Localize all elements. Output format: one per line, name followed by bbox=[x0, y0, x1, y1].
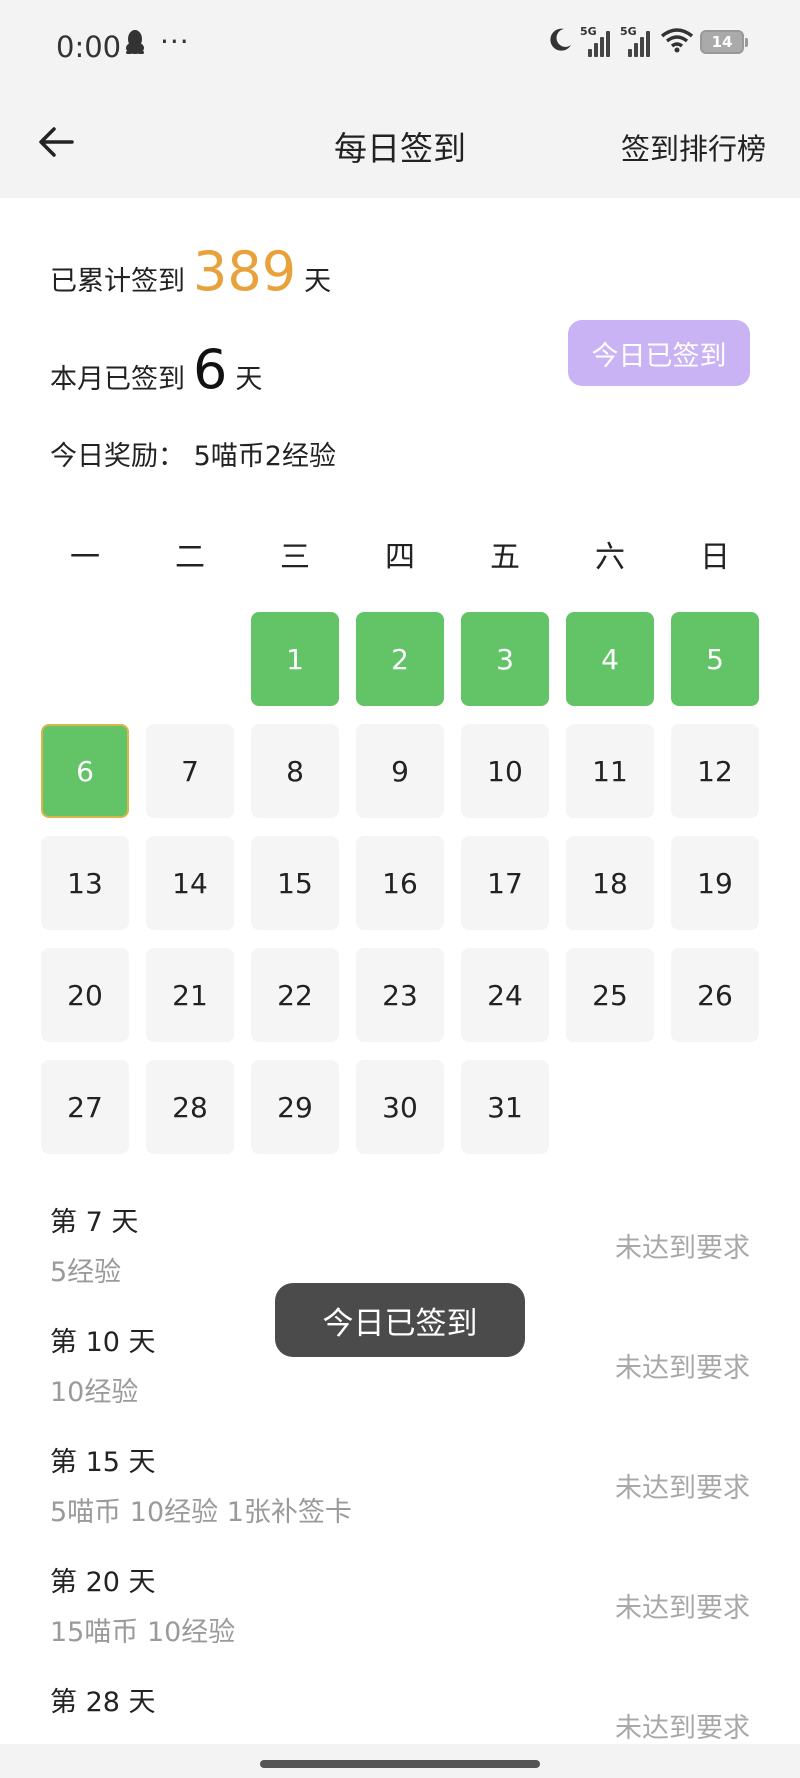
calendar-day[interactable]: 18 bbox=[566, 836, 654, 930]
milestone-reward: 5喵币 10经验 1张补签卡 bbox=[50, 1497, 352, 1528]
calendar-empty-cell bbox=[41, 612, 129, 706]
milestone-reward: 5经验 bbox=[50, 1257, 122, 1288]
today-reward: 今日奖励： 5喵币2经验 bbox=[50, 441, 336, 472]
calendar-day[interactable]: 4 bbox=[566, 612, 654, 706]
more-notifications-icon: ··· bbox=[160, 25, 190, 58]
milestone-day: 第 7 天 bbox=[50, 1207, 139, 1238]
weekday-header: 一二三四五六日 bbox=[41, 532, 759, 576]
battery-icon: 14 bbox=[700, 30, 748, 54]
main-content: 已累计签到 389 天 本月已签到 6 天 今日已签到 今日奖励： 5喵币2经验… bbox=[0, 198, 800, 1744]
milestone-status: 未达到要求 bbox=[615, 1353, 750, 1384]
month-prefix: 本月已签到 bbox=[50, 364, 185, 395]
toast-message: 今日已签到 bbox=[275, 1283, 525, 1357]
milestone-reward-list: 第 7 天 5经验 未达到要求第 10 天 10经验 未达到要求第 15 天 5喵币 10… bbox=[0, 1188, 800, 1778]
calendar-day[interactable]: 27 bbox=[41, 1060, 129, 1154]
calendar-day[interactable]: 15 bbox=[251, 836, 339, 930]
calendar-day[interactable]: 21 bbox=[146, 948, 234, 1042]
checkin-ranking-link[interactable]: 签到排行榜 bbox=[621, 126, 766, 168]
calendar-grid: 1 2 3 4 5 6 7 8 9 10 11 12 13 14 15 16 17 18 19 20 21 22 23 24 2… bbox=[41, 612, 759, 1154]
calendar-day[interactable]: 26 bbox=[671, 948, 759, 1042]
calendar-day[interactable]: 17 bbox=[461, 836, 549, 930]
calendar-day[interactable]: 6 bbox=[41, 724, 129, 818]
milestone-day: 第 28 天 bbox=[50, 1687, 156, 1718]
milestone-day: 第 10 天 bbox=[50, 1327, 156, 1358]
calendar-day[interactable]: 20 bbox=[41, 948, 129, 1042]
qq-penguin-icon bbox=[124, 29, 146, 55]
milestone-day: 第 15 天 bbox=[50, 1447, 156, 1478]
header: 每日签到 签到排行榜 bbox=[0, 92, 800, 198]
milestone-item: 第 15 天 5喵币 10经验 1张补签卡 未达到要求 bbox=[0, 1428, 800, 1548]
month-days: 6 bbox=[193, 338, 228, 401]
calendar-day[interactable]: 25 bbox=[566, 948, 654, 1042]
weekday-label: 一 bbox=[70, 540, 100, 575]
milestone-status: 未达到要求 bbox=[615, 1473, 750, 1504]
calendar-day[interactable]: 11 bbox=[566, 724, 654, 818]
calendar-day[interactable]: 2 bbox=[356, 612, 444, 706]
calendar-day[interactable]: 23 bbox=[356, 948, 444, 1042]
home-indicator[interactable] bbox=[260, 1760, 540, 1768]
calendar-day[interactable]: 7 bbox=[146, 724, 234, 818]
calendar-day[interactable]: 31 bbox=[461, 1060, 549, 1154]
calendar-day[interactable]: 12 bbox=[671, 724, 759, 818]
weekday-label: 日 bbox=[700, 540, 730, 575]
moon-icon bbox=[546, 26, 574, 58]
signal-1-icon: 5G bbox=[580, 25, 614, 57]
signal-2-icon: 5G bbox=[620, 25, 654, 57]
total-days: 389 bbox=[193, 240, 297, 303]
total-prefix: 已累计签到 bbox=[50, 266, 185, 297]
calendar-day[interactable]: 1 bbox=[251, 612, 339, 706]
month-suffix: 天 bbox=[235, 364, 263, 395]
status-left-icons: ··· bbox=[124, 28, 190, 56]
calendar-day[interactable]: 24 bbox=[461, 948, 549, 1042]
calendar-day[interactable]: 16 bbox=[356, 836, 444, 930]
signed-today-button[interactable]: 今日已签到 bbox=[568, 320, 750, 386]
calendar-day[interactable]: 22 bbox=[251, 948, 339, 1042]
status-right-icons: 5G 5G 14 bbox=[546, 25, 748, 58]
weekday-label: 六 bbox=[595, 540, 625, 575]
weekday-label: 四 bbox=[385, 540, 415, 575]
weekday-label: 二 bbox=[175, 540, 205, 575]
calendar-day[interactable]: 14 bbox=[146, 836, 234, 930]
status-bar: 0:00 ··· 5G 5G 14 bbox=[0, 0, 800, 92]
milestone-reward: 10经验 bbox=[50, 1377, 139, 1408]
calendar-day[interactable]: 8 bbox=[251, 724, 339, 818]
calendar-day[interactable]: 3 bbox=[461, 612, 549, 706]
weekday-label: 五 bbox=[490, 540, 520, 575]
milestone-reward: 15喵币 10经验 bbox=[50, 1617, 236, 1648]
calendar-day[interactable]: 30 bbox=[356, 1060, 444, 1154]
calendar-day[interactable]: 10 bbox=[461, 724, 549, 818]
wifi-icon bbox=[660, 27, 694, 57]
calendar-day[interactable]: 13 bbox=[41, 836, 129, 930]
milestone-status: 未达到要求 bbox=[615, 1713, 750, 1744]
total-checkin-stat: 已累计签到 389 天 bbox=[50, 240, 331, 303]
month-checkin-stat: 本月已签到 6 天 bbox=[50, 338, 262, 401]
status-time: 0:00 bbox=[56, 30, 122, 64]
calendar-empty-cell bbox=[146, 612, 234, 706]
milestone-item: 第 20 天 15喵币 10经验 未达到要求 bbox=[0, 1548, 800, 1668]
calendar-day[interactable]: 28 bbox=[146, 1060, 234, 1154]
weekday-label: 三 bbox=[280, 540, 310, 575]
milestone-status: 未达到要求 bbox=[615, 1593, 750, 1624]
milestone-status: 未达到要求 bbox=[615, 1233, 750, 1264]
calendar-day[interactable]: 19 bbox=[671, 836, 759, 930]
calendar-day[interactable]: 29 bbox=[251, 1060, 339, 1154]
calendar-day[interactable]: 9 bbox=[356, 724, 444, 818]
calendar-day[interactable]: 5 bbox=[671, 612, 759, 706]
milestone-day: 第 20 天 bbox=[50, 1567, 156, 1598]
total-suffix: 天 bbox=[304, 266, 332, 297]
